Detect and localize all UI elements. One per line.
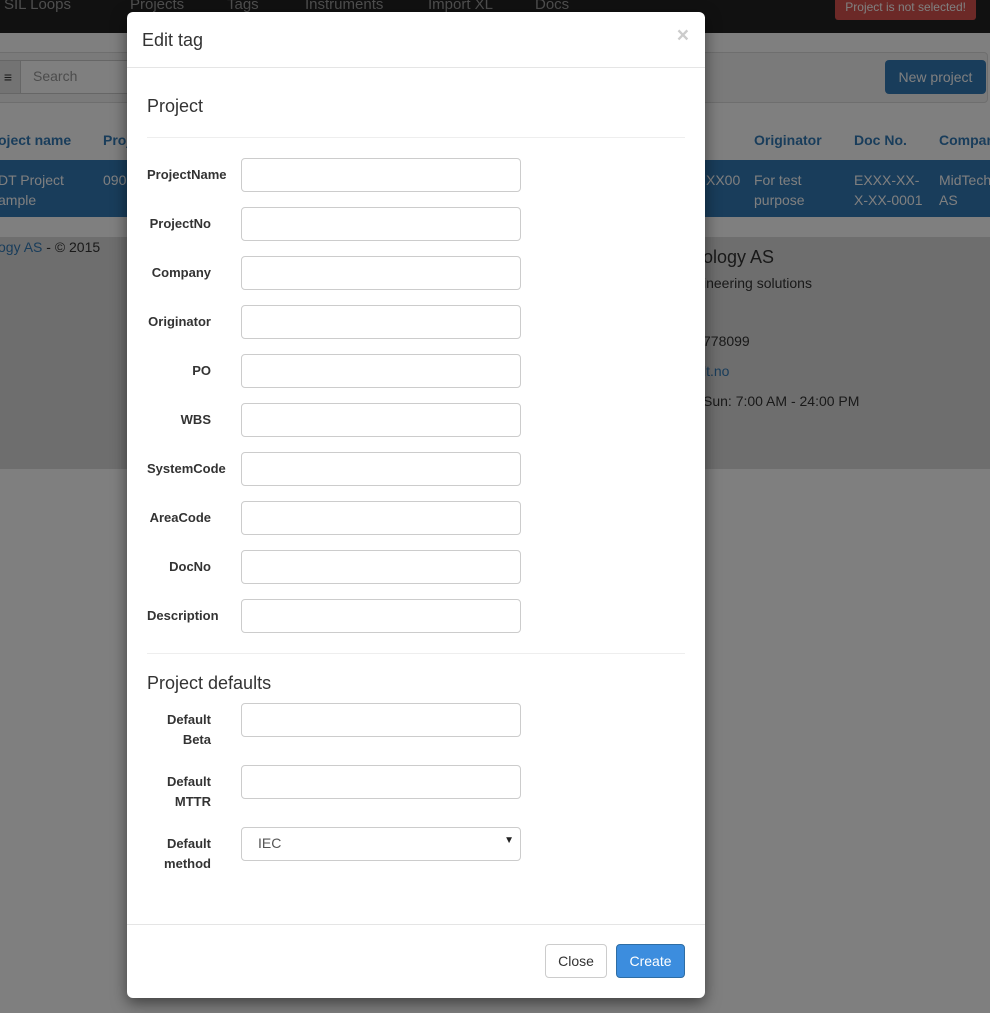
wbs-input[interactable] — [241, 403, 521, 437]
label-default-method: Default method — [164, 836, 211, 871]
label-wbs: WBS — [180, 412, 211, 427]
caret-down-icon: ▼ — [504, 835, 514, 846]
docno-input[interactable] — [241, 550, 521, 584]
projectname-input[interactable] — [241, 158, 521, 192]
label-default-mttr: Default MTTR — [166, 774, 211, 809]
close-button[interactable]: Close — [545, 944, 607, 978]
section-defaults: Project defaults — [147, 673, 272, 693]
default-beta-input[interactable] — [241, 703, 521, 737]
label-projectname: ProjectName — [147, 167, 227, 182]
areacode-input[interactable] — [241, 501, 521, 535]
label-company: Company — [151, 265, 211, 280]
modal-footer-divider — [127, 924, 705, 925]
company-input[interactable] — [241, 256, 521, 290]
label-originator: Originator — [148, 314, 211, 329]
create-button[interactable]: Create — [616, 944, 685, 978]
label-default-beta: Default Beta — [166, 712, 211, 747]
close-icon[interactable]: × — [677, 24, 689, 48]
projectno-input[interactable] — [241, 207, 521, 241]
selected-value: IEC — [258, 835, 282, 851]
po-input[interactable] — [241, 354, 521, 388]
label-docno: DocNo — [169, 559, 211, 574]
modal-title: Edit tag — [142, 30, 204, 50]
label-projectno: ProjectNo — [149, 216, 211, 231]
originator-input[interactable] — [241, 305, 521, 339]
edit-tag-modal: Edit tag × Project ProjectName ProjectNo C… — [127, 12, 705, 998]
label-systemcode: SystemCode — [147, 461, 226, 476]
divider — [147, 137, 685, 138]
label-description: Description — [147, 608, 219, 623]
label-po: PO — [192, 363, 211, 378]
default-mttr-input[interactable] — [241, 765, 521, 799]
label-areacode: AreaCode — [149, 510, 211, 525]
description-input[interactable] — [241, 599, 521, 633]
default-method-select[interactable]: IEC ▼ — [241, 827, 521, 861]
section-project: Project — [147, 96, 204, 116]
systemcode-input[interactable] — [241, 452, 521, 486]
divider — [147, 653, 685, 654]
